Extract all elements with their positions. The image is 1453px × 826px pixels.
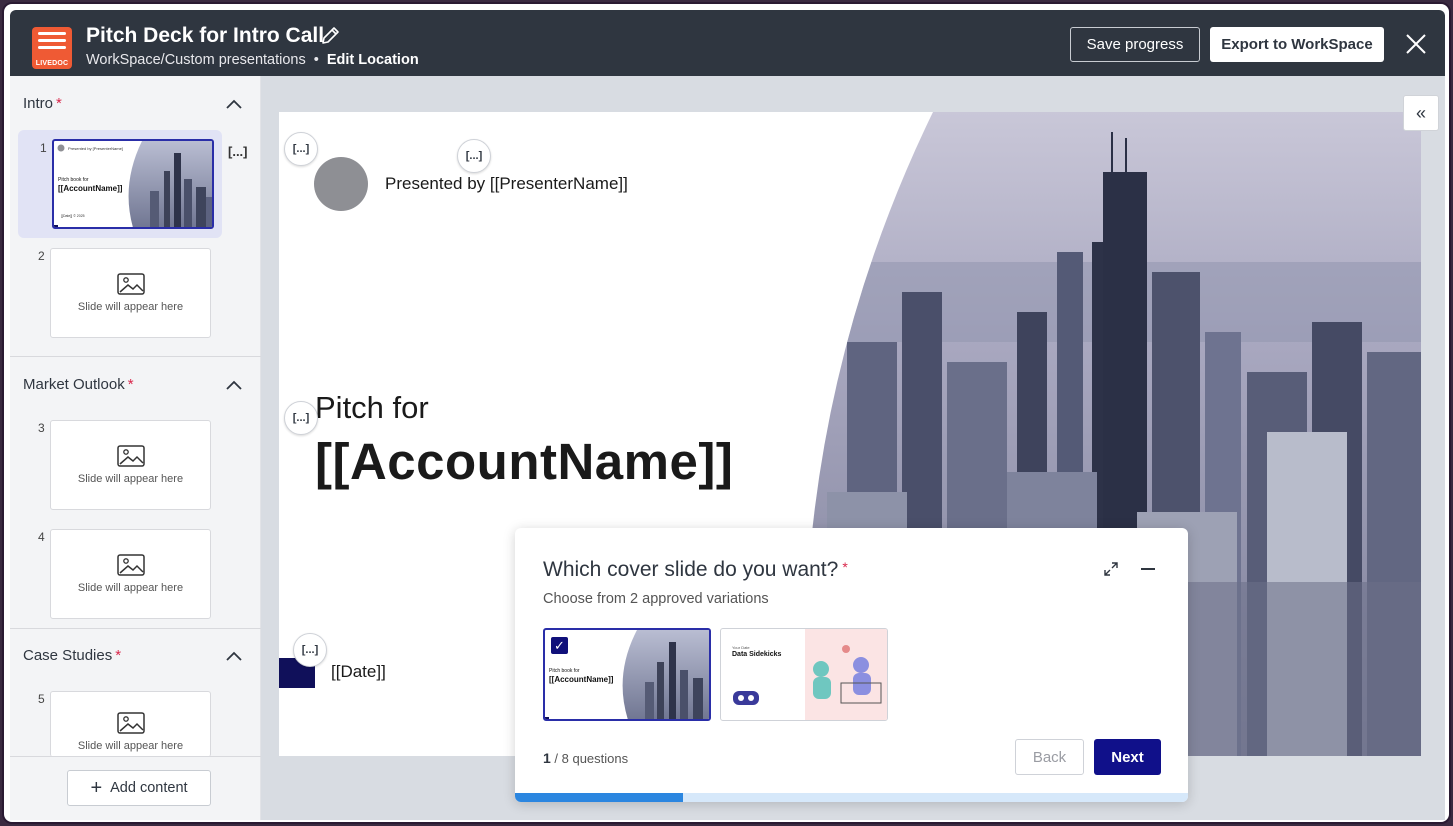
app-window: LIVEDOC Pitch Deck for Intro Call WorkSp… (4, 4, 1449, 822)
breadcrumb-separator: • (313, 52, 319, 68)
slide-placeholder-text: Slide will appear here (77, 473, 184, 485)
image-placeholder-icon (116, 273, 145, 295)
edit-location-link[interactable]: Edit Location (327, 52, 419, 68)
image-placeholder-icon (116, 445, 145, 467)
add-content-button[interactable]: + Add content (67, 770, 211, 806)
chevron-up-icon[interactable] (225, 379, 243, 391)
option-2-preview (733, 629, 887, 720)
pitch-for-text[interactable]: Pitch for (315, 390, 429, 426)
top-header: LIVEDOC Pitch Deck for Intro Call WorkSp… (10, 10, 1445, 76)
next-button[interactable]: Next (1094, 739, 1161, 775)
question-title: Which cover slide do you want? * (543, 558, 848, 582)
thumb-pitch-text: Pitch book for (58, 177, 89, 183)
thumb-date-text: [[Date]] © 2025 (61, 214, 85, 218)
question-card: Which cover slide do you want? * Choose f… (515, 528, 1188, 802)
total-questions: / 8 questions (550, 751, 629, 766)
double-chevron-left-icon: « (1415, 102, 1426, 123)
slide-number: 5 (38, 692, 45, 706)
option-1-pitch-text: Pitch book for (549, 668, 580, 674)
slide-placeholder-text: Slide will appear here (77, 740, 184, 752)
required-marker: * (115, 647, 122, 664)
image-placeholder-icon (116, 554, 145, 576)
breadcrumb: WorkSpace/Custom presentations • Edit Loca… (86, 52, 419, 68)
chevron-up-icon[interactable] (225, 650, 243, 662)
section-title-case-studies[interactable]: Case Studies * (23, 647, 121, 664)
account-name-text[interactable]: [[AccountName]] (315, 432, 733, 491)
cover-option-1[interactable]: Pitch book for [[AccountName]] ✓ (543, 628, 711, 721)
section-title-market-outlook[interactable]: Market Outlook * (23, 376, 134, 393)
required-marker: * (127, 376, 134, 393)
variable-tag[interactable]: [...] (293, 633, 327, 667)
section-divider (10, 356, 261, 357)
required-marker: * (56, 95, 62, 112)
presenter-text[interactable]: Presented by [[PresenterName]] (385, 174, 628, 194)
progress-bar (515, 793, 1188, 802)
cover-option-2[interactable]: Your Date Data Sidekicks (720, 628, 888, 721)
livedoc-logo: LIVEDOC (32, 27, 72, 69)
minimize-icon[interactable] (1141, 568, 1155, 570)
edit-pencil-icon[interactable] (320, 26, 340, 46)
section-label: Intro (23, 95, 54, 112)
variable-tag[interactable]: [...] (457, 139, 491, 173)
slide-thumbnail-5[interactable]: Slide will appear here (50, 691, 211, 757)
collapse-panel-button[interactable]: « (1403, 95, 1439, 131)
save-progress-button[interactable]: Save progress (1070, 27, 1200, 62)
question-subtitle: Choose from 2 approved variations (543, 591, 769, 607)
option-1-account-text: [[AccountName]] (549, 675, 614, 684)
slide-options-tag[interactable]: [...] (228, 144, 248, 159)
question-counter: 1 / 8 questions (543, 750, 628, 766)
slide-number: 2 (38, 249, 45, 263)
plus-icon: + (90, 777, 103, 799)
close-icon[interactable] (1404, 32, 1428, 56)
sidebar: Intro * 1 Presented by [PresenterName] P… (10, 76, 261, 820)
progress-fill (515, 793, 684, 802)
variable-tag[interactable]: [...] (284, 132, 318, 166)
slide-thumbnail-2[interactable]: Slide will appear here (50, 248, 211, 338)
option-2-title-text: Data Sidekicks (732, 651, 782, 658)
question-title-text: Which cover slide do you want? (543, 558, 839, 581)
date-text[interactable]: [[Date]] (331, 662, 386, 682)
section-label: Market Outlook (23, 376, 125, 393)
slide-thumbnail-1[interactable]: Presented by [PresenterName] Pitch book … (52, 139, 214, 229)
export-button[interactable]: Export to WorkSpace (1210, 27, 1384, 62)
thumb-account-text: [[AccountName]] (58, 184, 123, 193)
document-title: Pitch Deck for Intro Call (86, 24, 325, 47)
required-marker: * (842, 559, 848, 575)
image-placeholder-icon (116, 712, 145, 734)
logo-label: LIVEDOC (35, 60, 69, 67)
slide-placeholder-text: Slide will appear here (77, 301, 184, 313)
current-question: 1 (543, 750, 551, 766)
expand-icon[interactable] (1103, 561, 1119, 577)
breadcrumb-path: WorkSpace/Custom presentations (86, 52, 306, 68)
checkbox-checked-icon[interactable]: ✓ (550, 636, 569, 655)
slide-number: 1 (40, 141, 47, 155)
slide-thumbnail-3[interactable]: Slide will appear here (50, 420, 211, 510)
slide-thumbnail-4[interactable]: Slide will appear here (50, 529, 211, 619)
section-title-intro[interactable]: Intro * (23, 95, 62, 112)
slide-number: 4 (38, 530, 45, 544)
section-divider (10, 628, 261, 629)
option-2-date-text: Your Date (732, 645, 750, 650)
add-content-label: Add content (110, 780, 188, 796)
slide-placeholder-text: Slide will appear here (77, 582, 184, 594)
variable-tag[interactable]: [...] (284, 401, 318, 435)
back-button[interactable]: Back (1015, 739, 1084, 775)
thumb-presenter-text: Presented by [PresenterName] (68, 146, 123, 151)
sidebar-footer-divider (10, 756, 261, 757)
slide-number: 3 (38, 421, 45, 435)
chevron-up-icon[interactable] (225, 98, 243, 110)
presenter-avatar (314, 157, 368, 211)
section-label: Case Studies (23, 647, 113, 664)
